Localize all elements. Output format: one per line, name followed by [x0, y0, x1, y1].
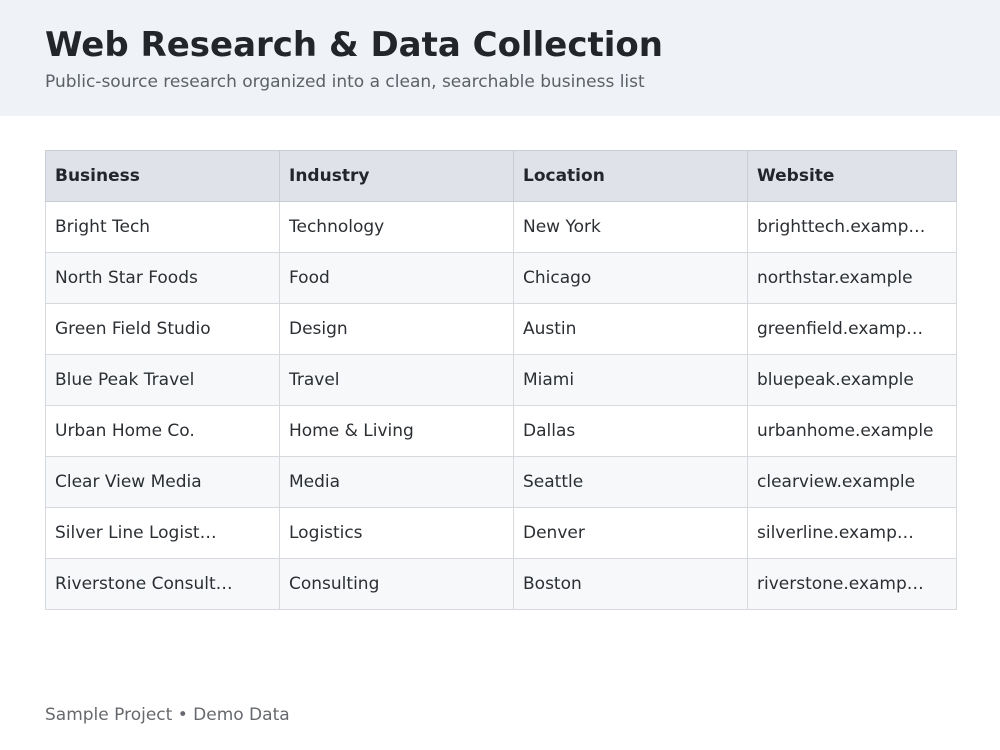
- business-cell: Urban Home Co.: [45, 405, 280, 457]
- page-header: Web Research & Data Collection Public-so…: [0, 0, 1000, 116]
- location-cell: Austin: [513, 303, 748, 355]
- business-cell: Riverstone Consult…: [45, 558, 280, 610]
- industry-cell: Food: [279, 252, 514, 304]
- column-header-business[interactable]: Business: [45, 150, 280, 202]
- business-cell: Blue Peak Travel: [45, 354, 280, 406]
- table-row[interactable]: Silver Line Logist… Logistics Denver sil…: [45, 507, 957, 559]
- website-cell[interactable]: urbanhome.example: [747, 405, 957, 457]
- website-cell[interactable]: silverline.examp…: [747, 507, 957, 559]
- website-cell[interactable]: clearview.example: [747, 456, 957, 508]
- location-cell: Denver: [513, 507, 748, 559]
- location-cell: Boston: [513, 558, 748, 610]
- location-cell: Seattle: [513, 456, 748, 508]
- industry-cell: Home & Living: [279, 405, 514, 457]
- table-row[interactable]: Urban Home Co. Home & Living Dallas urba…: [45, 405, 957, 457]
- table-row[interactable]: Riverstone Consult… Consulting Boston ri…: [45, 558, 957, 610]
- website-cell[interactable]: greenfield.examp…: [747, 303, 957, 355]
- table-row[interactable]: Bright Tech Technology New York brightte…: [45, 201, 957, 253]
- website-cell[interactable]: northstar.example: [747, 252, 957, 304]
- location-cell: Dallas: [513, 405, 748, 457]
- column-header-website[interactable]: Website: [747, 150, 957, 202]
- industry-cell: Media: [279, 456, 514, 508]
- footer-text: Sample Project • Demo Data: [45, 705, 290, 725]
- column-header-industry[interactable]: Industry: [279, 150, 514, 202]
- business-cell: North Star Foods: [45, 252, 280, 304]
- industry-cell: Logistics: [279, 507, 514, 559]
- business-cell: Clear View Media: [45, 456, 280, 508]
- table-row[interactable]: North Star Foods Food Chicago northstar.…: [45, 252, 957, 304]
- location-cell: New York: [513, 201, 748, 253]
- business-cell: Silver Line Logist…: [45, 507, 280, 559]
- website-cell[interactable]: bluepeak.example: [747, 354, 957, 406]
- column-header-location[interactable]: Location: [513, 150, 748, 202]
- industry-cell: Travel: [279, 354, 514, 406]
- table-row[interactable]: Green Field Studio Design Austin greenfi…: [45, 303, 957, 355]
- website-cell[interactable]: brighttech.examp…: [747, 201, 957, 253]
- page-title: Web Research & Data Collection: [45, 25, 663, 65]
- business-table: Business Industry Location Website Brigh…: [45, 150, 957, 610]
- industry-cell: Design: [279, 303, 514, 355]
- location-cell: Miami: [513, 354, 748, 406]
- page-subtitle: Public-source research organized into a …: [45, 72, 645, 92]
- table-row[interactable]: Blue Peak Travel Travel Miami bluepeak.e…: [45, 354, 957, 406]
- industry-cell: Consulting: [279, 558, 514, 610]
- location-cell: Chicago: [513, 252, 748, 304]
- table-header-row: Business Industry Location Website: [45, 150, 957, 202]
- table-row[interactable]: Clear View Media Media Seattle clearview…: [45, 456, 957, 508]
- business-cell: Green Field Studio: [45, 303, 280, 355]
- website-cell[interactable]: riverstone.examp…: [747, 558, 957, 610]
- business-cell: Bright Tech: [45, 201, 280, 253]
- industry-cell: Technology: [279, 201, 514, 253]
